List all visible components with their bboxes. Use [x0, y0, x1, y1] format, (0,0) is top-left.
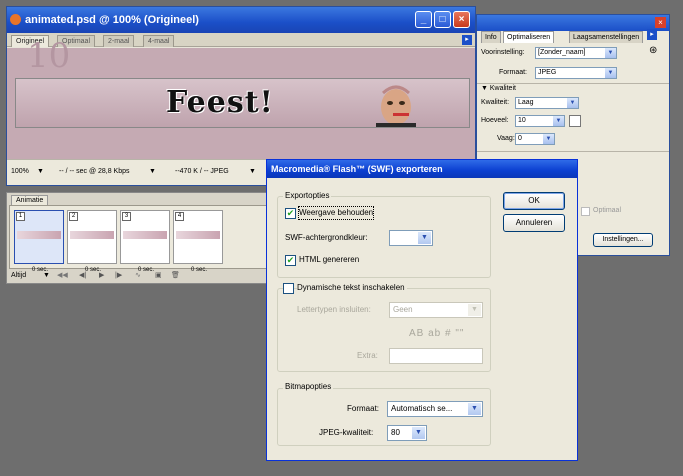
cancel-button[interactable]: Annuleren — [503, 214, 565, 232]
mask-button[interactable] — [569, 115, 581, 127]
embed-fonts-select[interactable]: Geen ▼ — [389, 302, 483, 318]
format-label: Formaat: — [499, 69, 528, 76]
frames-strip: 1 0 sec. 2 0 sec. 3 0 sec. 4 0 sec. — [9, 205, 281, 273]
bitmap-options-label: Bitmapopties — [283, 382, 334, 392]
tab-info[interactable]: Info — [481, 31, 501, 43]
zoom-level[interactable]: 100% — [11, 160, 29, 184]
tab-4-maal[interactable]: 4-maal — [143, 35, 175, 47]
document-title-bar[interactable]: animated.psd @ 100% (Origineel) — [7, 7, 475, 33]
chevron-down-icon: ▼ — [605, 48, 616, 58]
dynamic-text-checkbox[interactable] — [283, 283, 294, 294]
view-tabs: Origineel Optimaal 2-maal 4-maal ▸ — [7, 33, 475, 47]
quality-label: Kwaliteit: — [481, 99, 510, 106]
next-frame-icon[interactable]: |▶ — [115, 270, 122, 282]
tab-optimaliseren[interactable]: Optimaliseren — [503, 31, 555, 43]
first-frame-icon[interactable]: ◀◀ — [57, 270, 68, 282]
animation-panel: Animatie 1 0 sec. 2 0 sec. 3 0 sec. 4 0 … — [6, 192, 284, 284]
canvas-area[interactable]: 109 Feest! — [7, 36, 475, 159]
chevron-down-icon: ▼ — [553, 116, 564, 126]
quality-section-header[interactable]: ▼ Kwaliteit — [481, 83, 516, 95]
tab-2-maal[interactable]: 2-maal — [103, 35, 135, 47]
extra-input[interactable] — [389, 348, 483, 364]
swf-background-label: SWF-achtergrondkleur: — [285, 233, 368, 242]
format-select[interactable]: JPEG ▼ — [535, 67, 617, 79]
tween-icon[interactable]: ∿ — [135, 270, 141, 282]
previous-frame-icon[interactable]: ◀| — [79, 270, 86, 282]
frame-thumbnail — [176, 231, 220, 239]
blur-input[interactable]: 0 ▼ — [515, 133, 555, 145]
optimize-menu-icon[interactable]: ⊛ — [649, 45, 657, 56]
keep-appearance-label: Weergave behouden — [297, 206, 375, 220]
close-button[interactable]: × — [453, 11, 470, 28]
chevron-down-icon: ▼ — [468, 403, 481, 415]
chevron-down-icon[interactable]: ▼ — [37, 160, 44, 184]
optimal-checkbox[interactable] — [581, 207, 590, 216]
chevron-down-icon[interactable]: ▼ — [43, 270, 50, 282]
animation-controls: Altijd ▼ ◀◀ ◀| ▶ |▶ ∿ ▣ 🗑 — [9, 270, 281, 282]
animation-frame[interactable]: 1 0 sec. — [14, 210, 64, 273]
play-icon[interactable]: ▶ — [99, 270, 104, 282]
tab-laagsamenstellingen[interactable]: Laagsamenstellingen — [569, 31, 644, 43]
document-title: animated.psd @ 100% (Origineel) — [25, 14, 199, 26]
new-frame-icon[interactable]: ▣ — [155, 270, 162, 282]
chevron-down-icon: ▼ — [605, 68, 616, 78]
loop-select[interactable]: Altijd — [11, 270, 26, 282]
maximize-button[interactable]: □ — [434, 11, 451, 28]
dynamic-text-label: Dynamische tekst inschakelen — [297, 282, 407, 294]
minimize-button[interactable]: _ — [415, 11, 432, 28]
format-label: Formaat: — [347, 404, 380, 413]
photoshop-icon — [10, 14, 21, 25]
ok-button[interactable]: OK — [503, 192, 565, 210]
close-icon[interactable]: × — [655, 17, 666, 28]
chevron-down-icon: ▼ — [418, 232, 431, 244]
amount-label: Hoeveel: — [481, 117, 509, 124]
preset-select[interactable]: [Zonder_naam] ▼ — [535, 47, 617, 59]
amount-input[interactable]: 10 ▼ — [515, 115, 565, 127]
optimal-label: Optimaal — [593, 207, 622, 214]
quality-select[interactable]: Laag ▼ — [515, 97, 579, 109]
trash-icon[interactable]: 🗑 — [171, 270, 180, 282]
jpeg-quality-select[interactable]: 80 ▼ — [387, 425, 427, 441]
bitmap-options-group — [277, 388, 491, 446]
dialog-title[interactable]: Macromedia® Flash™ (SWF) exporteren — [267, 160, 577, 178]
extra-label: Extra: — [357, 351, 378, 360]
chevron-down-icon: ▼ — [412, 427, 425, 439]
jpeg-quality-label: JPEG-kwaliteit: — [319, 428, 374, 437]
preset-label: Voorinstelling: — [481, 49, 525, 56]
html-generate-label: HTML genereren — [299, 255, 360, 264]
frame-thumbnail — [17, 231, 61, 239]
tab-scroll-arrow-icon[interactable]: ▸ — [462, 35, 472, 45]
settings-button[interactable]: Instellingen... — [593, 233, 653, 247]
blur-label: Vaag: — [497, 135, 515, 142]
keep-appearance-checkbox[interactable]: ✔ — [285, 208, 296, 219]
divider — [477, 151, 669, 152]
frame-thumbnail — [70, 231, 114, 239]
download-speed: -- / -- sec @ 28,8 Kbps — [59, 168, 130, 175]
file-size: --470 K / -- JPEG — [175, 168, 229, 175]
chevron-down-icon: ▼ — [543, 134, 554, 144]
embed-fonts-label: Lettertypen insluiten: — [297, 305, 371, 314]
party-man-photo — [376, 85, 416, 127]
swf-background-color-select[interactable]: ▼ — [389, 230, 433, 246]
animation-frame[interactable]: 4 0 sec. — [173, 210, 223, 273]
animation-frame[interactable]: 3 0 sec. — [120, 210, 170, 273]
chevron-down-icon[interactable]: ▼ — [149, 160, 156, 184]
bitmap-format-select[interactable]: Automatisch se... ▼ — [387, 401, 483, 417]
animation-frame[interactable]: 2 0 sec. — [67, 210, 117, 273]
tab-animatie[interactable]: Animatie — [11, 195, 49, 205]
chevron-down-icon: ▼ — [567, 98, 578, 108]
frame-thumbnail — [123, 231, 167, 239]
export-options-label: Exportopties — [283, 191, 332, 201]
flash-export-dialog: Macromedia® Flash™ (SWF) exporteren Expo… — [266, 159, 578, 461]
feest-banner-image: Feest! — [15, 78, 470, 128]
glyph-samples[interactable]: AB ab # "" — [409, 328, 464, 340]
panel-title-bar[interactable]: × — [477, 15, 669, 31]
chevron-down-icon: ▼ — [468, 304, 481, 316]
banner-text: Feest! — [166, 85, 274, 120]
chevron-down-icon[interactable]: ▼ — [249, 160, 256, 184]
tab-scroll-arrow-icon[interactable]: ▸ — [647, 29, 657, 40]
html-generate-checkbox[interactable]: ✔ — [285, 255, 296, 266]
